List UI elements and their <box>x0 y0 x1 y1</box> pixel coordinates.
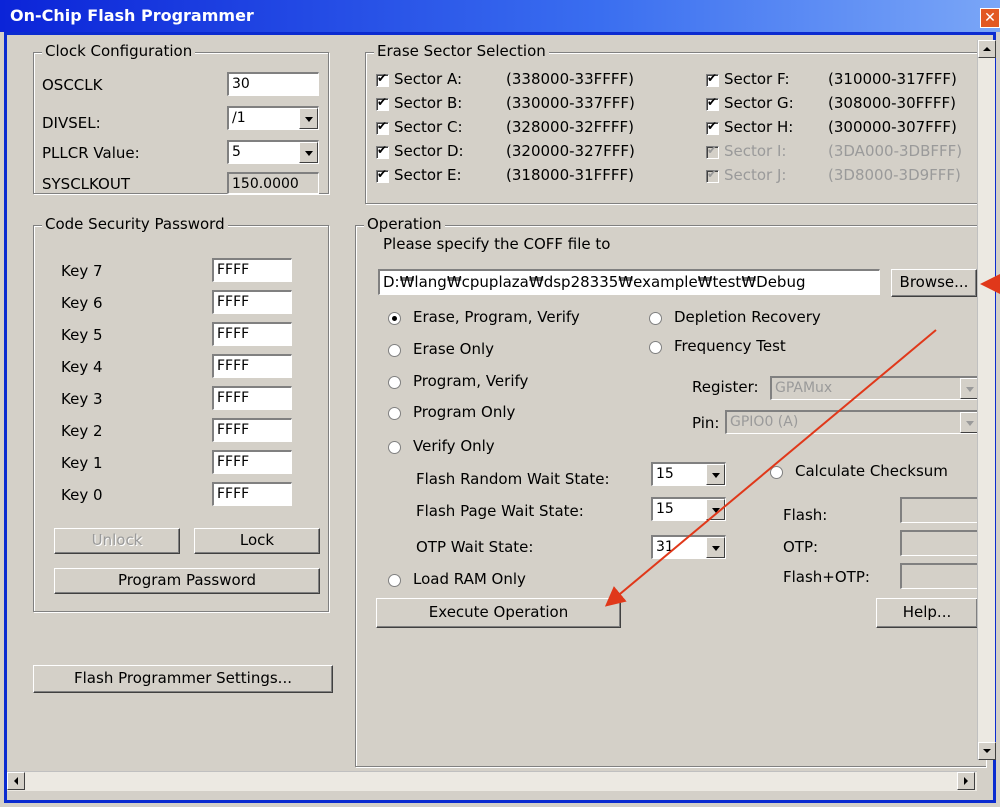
flash-programmer-window: On-Chip Flash Programmer ✕ Clock Configu… <box>0 0 1000 807</box>
arrow-to-execute <box>604 329 937 607</box>
annotation-arrows <box>604 274 1000 607</box>
